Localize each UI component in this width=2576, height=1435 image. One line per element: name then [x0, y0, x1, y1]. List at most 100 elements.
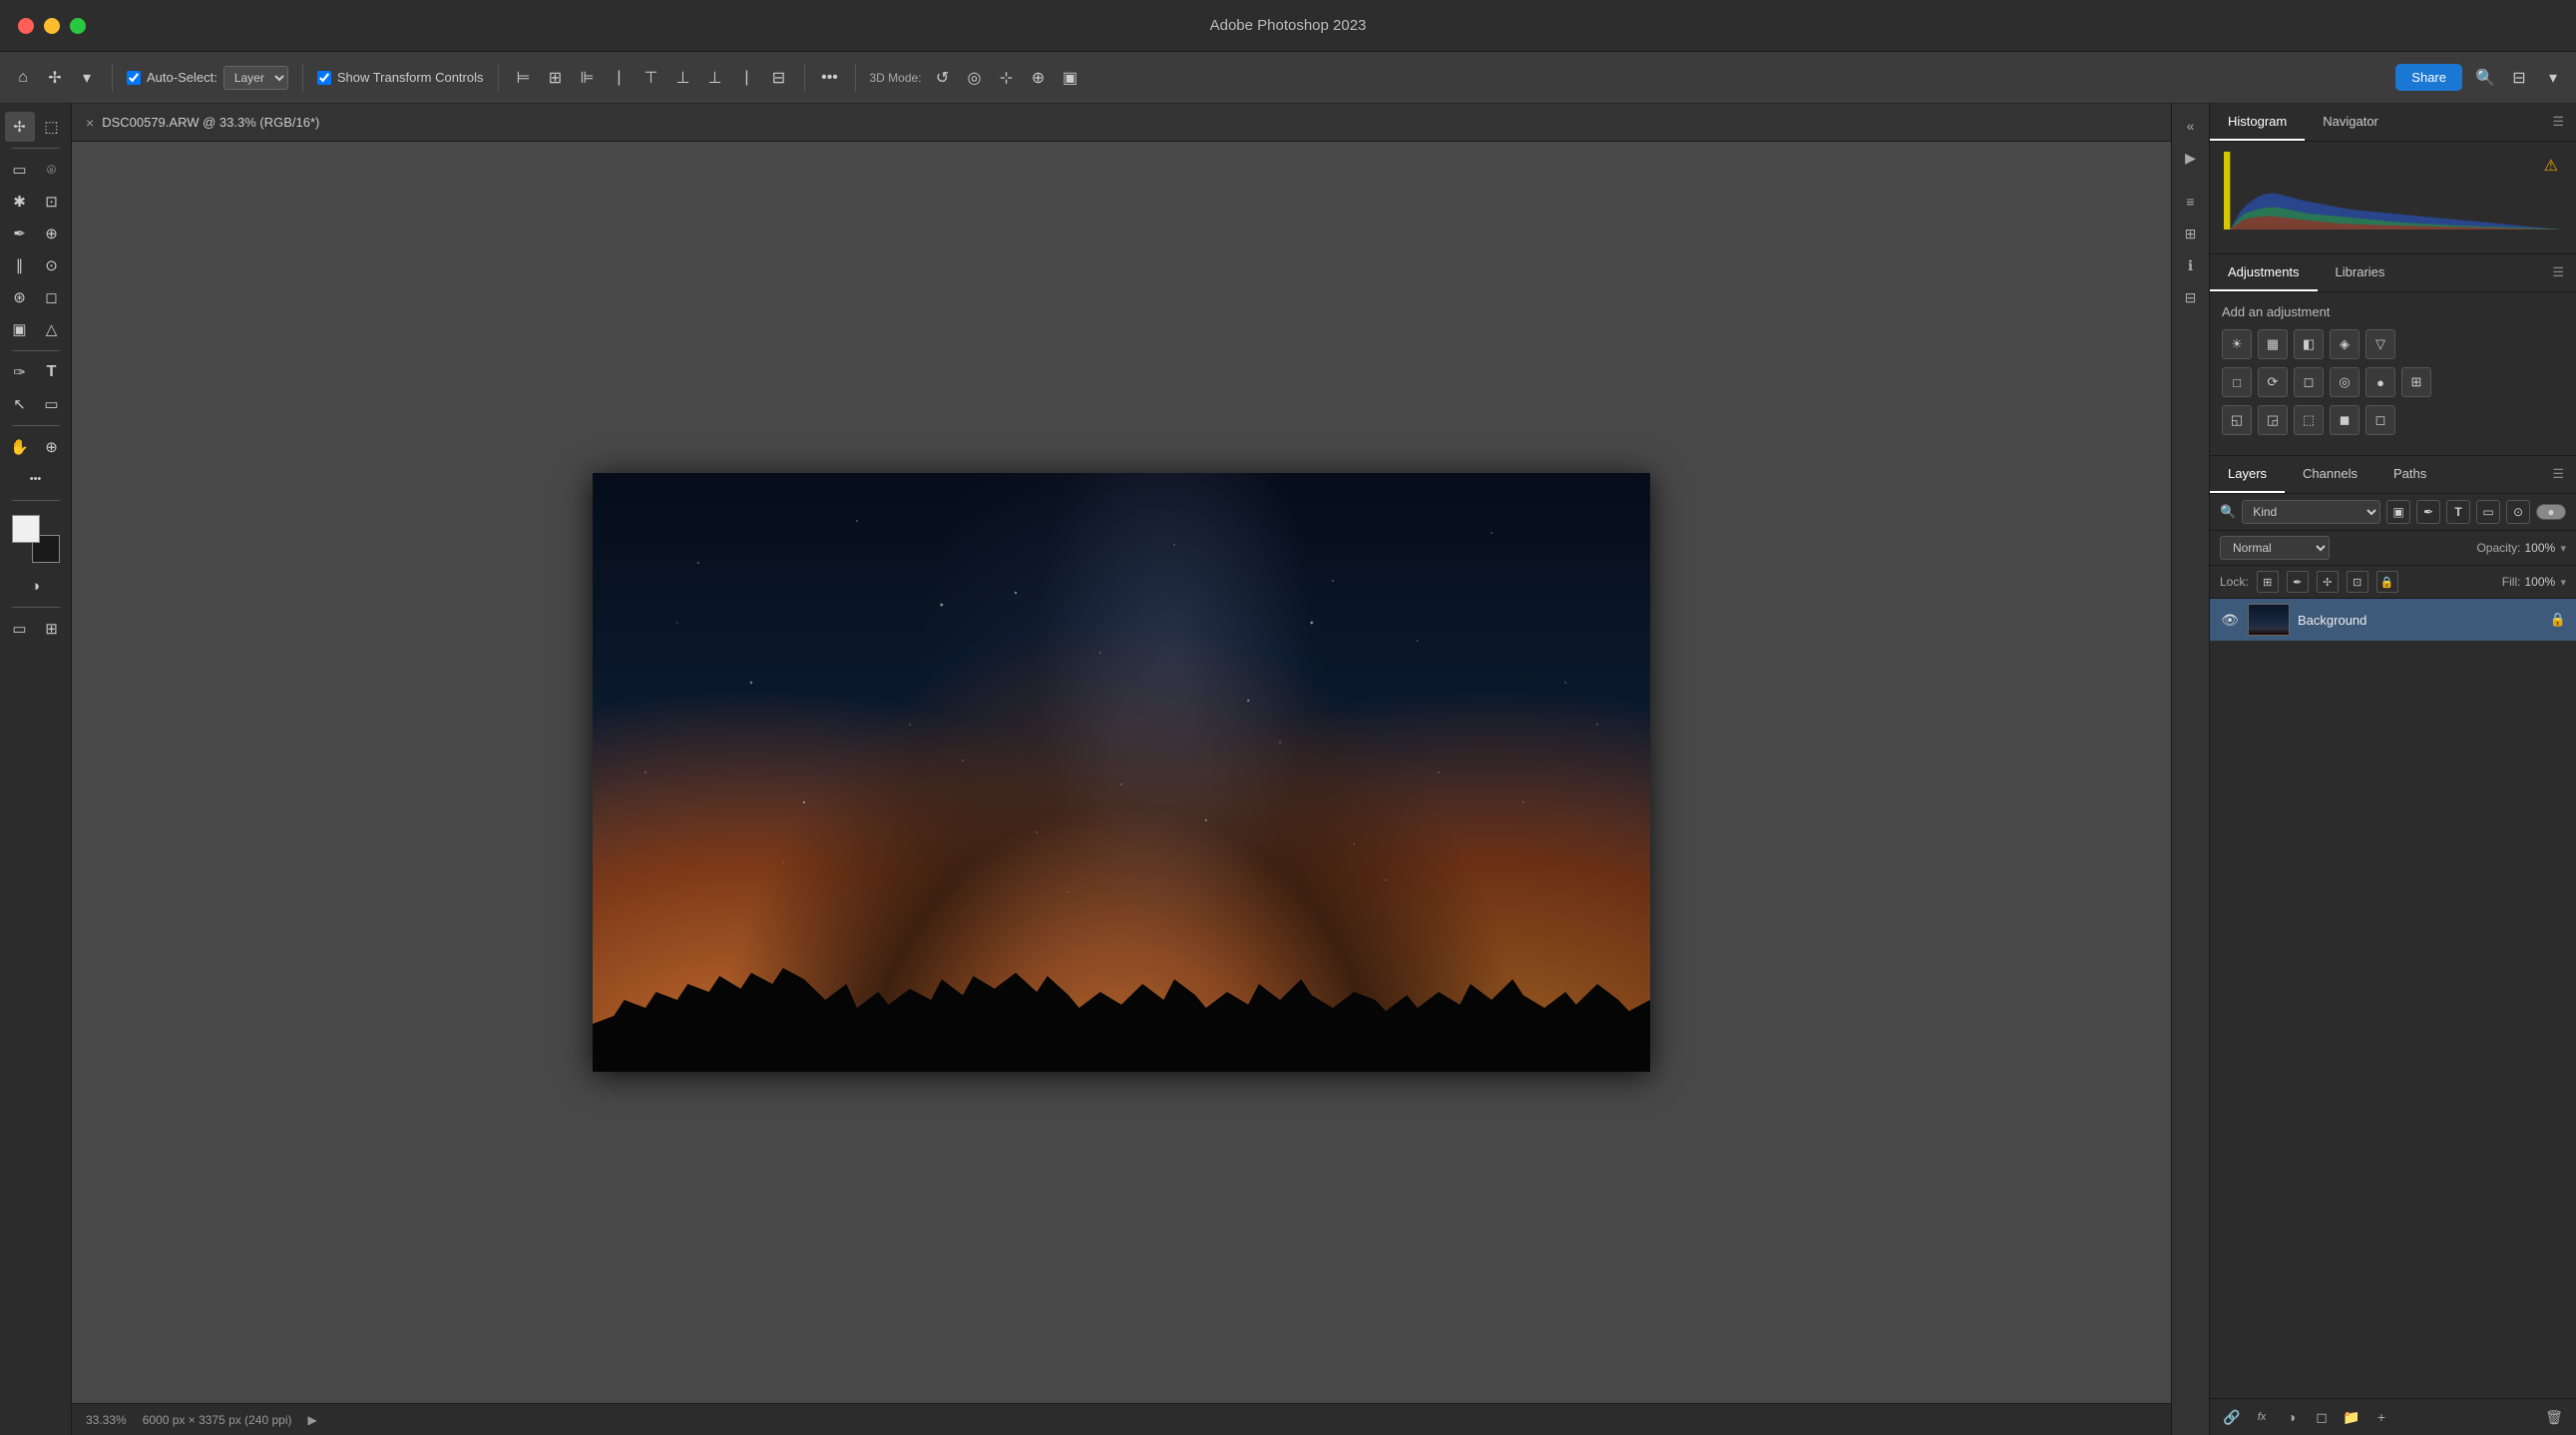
minimize-button[interactable]	[44, 18, 60, 34]
filter-text-btn[interactable]: T	[2446, 500, 2470, 524]
mini-play-btn[interactable]: ▶	[2177, 144, 2205, 172]
mini-collapse-btn[interactable]: «	[2177, 112, 2205, 140]
lock-artboard-btn[interactable]: ⊡	[2347, 571, 2368, 593]
3d-pan-icon[interactable]: ⊹	[996, 67, 1018, 89]
shape-tool[interactable]: ▭	[37, 389, 67, 419]
hand-tool[interactable]: ✋	[5, 432, 35, 462]
align-right-icon[interactable]: ⊫	[577, 67, 599, 89]
layers-filter-select[interactable]: Kind	[2242, 500, 2380, 524]
photo-canvas[interactable]	[593, 473, 1650, 1072]
adj-photfilter-btn[interactable]: ◎	[2330, 367, 2360, 397]
tab-channels[interactable]: Channels	[2285, 456, 2375, 493]
quick-mask-tool[interactable]: ◑	[21, 571, 51, 601]
close-button[interactable]	[18, 18, 34, 34]
adj-curves-btn[interactable]: ◧	[2294, 329, 2324, 359]
adj-bw-btn[interactable]: ◻	[2294, 367, 2324, 397]
search-icon[interactable]: 🔍	[2474, 67, 2496, 89]
lock-pixels-btn[interactable]: ⊞	[2257, 571, 2279, 593]
align-center-h-icon[interactable]: ⊞	[545, 67, 567, 89]
filter-active-toggle[interactable]: ●	[2536, 504, 2566, 520]
crop-tool[interactable]: ⊡	[37, 187, 67, 217]
3d-camera-icon[interactable]: ▣	[1060, 67, 1081, 89]
marquee-tool[interactable]: ▭	[5, 155, 35, 185]
workspace-icon[interactable]: ⊟	[2508, 67, 2530, 89]
layer-group-btn[interactable]: 📁	[2340, 1405, 2363, 1429]
align-left-icon[interactable]: ⊨	[513, 67, 535, 89]
foreground-color-swatch[interactable]	[12, 515, 40, 543]
mini-extra-btn[interactable]: ⊟	[2177, 283, 2205, 311]
blend-mode-select[interactable]: Normal	[2220, 536, 2330, 560]
text-tool[interactable]: T	[37, 357, 67, 387]
dodge-tool[interactable]: △	[37, 314, 67, 344]
3d-walk-icon[interactable]: ⊕	[1028, 67, 1050, 89]
maximize-button[interactable]	[70, 18, 86, 34]
share-button[interactable]: Share	[2395, 64, 2462, 91]
canvas-tab-title[interactable]: DSC00579.ARW @ 33.3% (RGB/16*)	[102, 115, 319, 130]
layer-select[interactable]: Layer	[223, 66, 288, 90]
filter-pixel-btn[interactable]: ▣	[2386, 500, 2410, 524]
eraser-tool[interactable]: ◻	[37, 282, 67, 312]
brush-tool[interactable]: ∥	[5, 250, 35, 280]
fullscreen-btn[interactable]: ⊞	[37, 614, 67, 644]
align-bottom-icon[interactable]: ⊥	[704, 67, 726, 89]
filter-smart-btn[interactable]: ⊙	[2506, 500, 2530, 524]
mini-info-btn[interactable]: ℹ	[2177, 251, 2205, 279]
layer-mask-btn[interactable]: ◑	[2280, 1405, 2304, 1429]
lock-position-btn[interactable]: ✢	[2317, 571, 2339, 593]
adj-brightness-btn[interactable]: ☀	[2222, 329, 2252, 359]
layer-delete-btn[interactable]: 🗑	[2542, 1405, 2566, 1429]
opacity-value[interactable]: 100%	[2524, 541, 2556, 555]
lasso-tool[interactable]: ⌾	[37, 155, 67, 185]
gradient-tool[interactable]: ▣	[5, 314, 35, 344]
zoom-tool[interactable]: ⊕	[37, 432, 67, 462]
transform-controls-checkbox[interactable]	[317, 71, 331, 85]
more-options-icon[interactable]: •••	[819, 67, 841, 89]
filter-adjustment-btn[interactable]: ✒	[2416, 500, 2440, 524]
tab-layers[interactable]: Layers	[2210, 456, 2285, 493]
layers-menu-btn[interactable]: ☰	[2540, 456, 2576, 493]
home-icon[interactable]: ⌂	[12, 67, 34, 89]
clone-stamp-tool[interactable]: ⊙	[37, 250, 67, 280]
histogram-menu-btn[interactable]: ☰	[2540, 104, 2576, 141]
adj-posterize-btn[interactable]: ◲	[2258, 405, 2288, 435]
canvas-close-btn[interactable]: ×	[86, 115, 94, 131]
move-tool[interactable]: ✢	[5, 112, 35, 142]
lock-all-btn[interactable]: 🔒	[2376, 571, 2398, 593]
adj-channelmixer-btn[interactable]: ●	[2365, 367, 2395, 397]
align-middle-v-icon[interactable]: ⊥	[672, 67, 694, 89]
tab-adjustments[interactable]: Adjustments	[2210, 254, 2318, 291]
adj-invert-btn[interactable]: ◱	[2222, 405, 2252, 435]
filter-shape-btn[interactable]: ▭	[2476, 500, 2500, 524]
tab-libraries[interactable]: Libraries	[2318, 254, 2403, 291]
lock-paintbrush-btn[interactable]: ✒	[2287, 571, 2309, 593]
adj-exposure-btn[interactable]: ◈	[2330, 329, 2360, 359]
adj-hsl-btn[interactable]: □	[2222, 367, 2252, 397]
adj-colorbalance-btn[interactable]: ⟳	[2258, 367, 2288, 397]
adj-levels-btn[interactable]: ▦	[2258, 329, 2288, 359]
quick-select-tool[interactable]: ✱	[5, 187, 35, 217]
distribute-icon[interactable]: ⊟	[768, 67, 790, 89]
mini-layers-btn[interactable]: ≡	[2177, 188, 2205, 216]
path-select-tool[interactable]: ↖	[5, 389, 35, 419]
layer-link-btn[interactable]: 🔗	[2220, 1405, 2244, 1429]
layer-adjustment-btn[interactable]: ◻	[2310, 1405, 2334, 1429]
adj-threshold-btn[interactable]: ⬚	[2294, 405, 2324, 435]
adjustments-menu-btn[interactable]: ☰	[2540, 254, 2576, 291]
3d-orbit-icon[interactable]: ◎	[964, 67, 986, 89]
eyedropper-tool[interactable]: ✒	[5, 219, 35, 248]
fill-value[interactable]: 100%	[2524, 575, 2556, 589]
mini-adjust-btn[interactable]: ⊞	[2177, 220, 2205, 247]
artboard-tool[interactable]: ⬚	[37, 112, 67, 142]
tab-navigator[interactable]: Navigator	[2305, 104, 2396, 141]
align-top-icon[interactable]: ⊤	[641, 67, 662, 89]
status-arrow[interactable]: ▶	[307, 1413, 316, 1427]
arrange-icon[interactable]: ▾	[2542, 67, 2564, 89]
history-brush-tool[interactable]: ⊛	[5, 282, 35, 312]
tab-histogram[interactable]: Histogram	[2210, 104, 2305, 141]
screen-mode-btn[interactable]: ▭	[5, 614, 35, 644]
pen-tool[interactable]: ✑	[5, 357, 35, 387]
tab-paths[interactable]: Paths	[2375, 456, 2444, 493]
layer-item-background[interactable]: 👁 Background 🔒	[2210, 599, 2576, 641]
healing-tool[interactable]: ⊕	[37, 219, 67, 248]
3d-rotate-icon[interactable]: ↺	[932, 67, 954, 89]
